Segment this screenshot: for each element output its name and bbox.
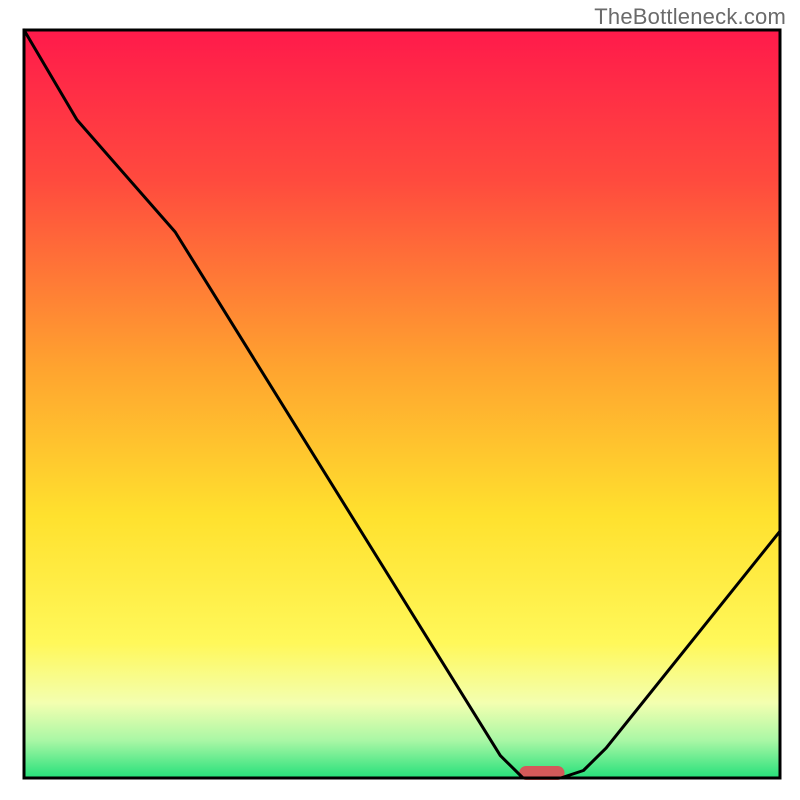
- chart-container: TheBottleneck.com: [0, 0, 800, 800]
- gradient-background: [24, 30, 780, 778]
- bottleneck-chart: [0, 0, 800, 800]
